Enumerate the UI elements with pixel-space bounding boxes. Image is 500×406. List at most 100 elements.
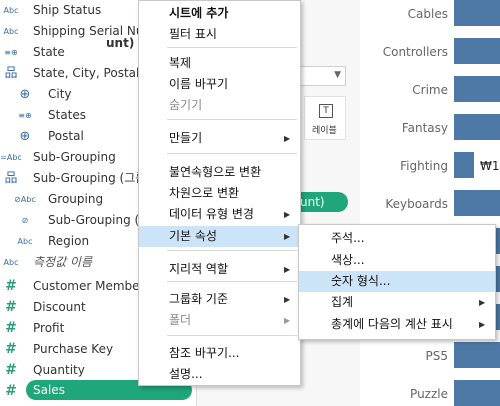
- menu-convert-discrete[interactable]: 불연속형으로 변환: [139, 162, 300, 183]
- menu-item-label: 필터 표시: [169, 27, 217, 41]
- label-t-icon: T: [319, 104, 333, 118]
- geo-icon: ⊕: [19, 129, 31, 144]
- bar[interactable]: [454, 0, 500, 26]
- category-label: Controllers: [382, 45, 448, 59]
- field-label: Quantity: [33, 363, 85, 377]
- category-label: Keyboards: [385, 197, 448, 211]
- field-label: Postal: [48, 129, 84, 143]
- menu-item-label: 지리적 역할: [169, 262, 229, 276]
- menu-item-label: 숨기기: [169, 98, 203, 112]
- menu-geographic-role[interactable]: 지리적 역할 ▶: [139, 259, 300, 280]
- chevron-right-icon: ▶: [284, 295, 291, 304]
- bar[interactable]: [454, 114, 500, 140]
- menu-folders: 폴더 ▶: [139, 310, 300, 331]
- submenu-total-using[interactable]: 총계에 다음의 계산 표시 ▶: [299, 314, 495, 335]
- menu-default-properties[interactable]: 기본 속성 ▶: [139, 226, 300, 247]
- string-icon: Abc: [3, 258, 19, 267]
- menu-rename[interactable]: 이름 바꾸기: [139, 74, 300, 95]
- measure-icon: #: [5, 278, 17, 294]
- measure-icon: #: [5, 320, 17, 336]
- hierarchy-icon: 品: [4, 171, 18, 186]
- bar[interactable]: [454, 190, 500, 216]
- category-label: Fantasy: [401, 121, 448, 135]
- submenu-color[interactable]: 색상...: [299, 250, 495, 271]
- field-label: Customer Member: [33, 279, 145, 293]
- category-label: Cables: [407, 7, 448, 21]
- field-label: Sub-Grouping (그룹: [33, 171, 147, 185]
- field-label: Profit: [33, 321, 65, 335]
- field-label: Purchase Key: [33, 342, 114, 356]
- field-label: 측정값 이름: [33, 255, 93, 269]
- menu-change-data-type[interactable]: 데이터 유형 변경 ▶: [139, 204, 300, 225]
- bar[interactable]: [454, 38, 500, 64]
- menu-item-label: 참조 바꾸기...: [169, 346, 240, 360]
- field-label: Sub-Grouping (: [48, 213, 140, 227]
- bar-chart: Cables Controllers Crime Fantasy Fighting Key…: [360, 0, 500, 406]
- default-properties-submenu: 주석... 색상... 숫자 형식... 집계 ▶ 총계에 다음의 계산 표시 ▶: [298, 224, 496, 340]
- menu-item-label: 데이터 유형 변경: [169, 207, 254, 221]
- submenu-item-label: 색상...: [331, 253, 365, 267]
- geo-icon: ≡⊕: [18, 111, 32, 120]
- chevron-right-icon: ▶: [284, 265, 291, 274]
- menu-item-label: 복제: [169, 56, 192, 70]
- chevron-right-icon: ▶: [479, 298, 486, 307]
- string-icon: Abc: [3, 6, 19, 15]
- menu-describe[interactable]: 설명...: [139, 364, 300, 385]
- chevron-right-icon: ▶: [284, 134, 291, 143]
- menu-hide: 숨기기: [139, 95, 300, 116]
- menu-duplicate[interactable]: 복제: [139, 53, 300, 74]
- field-label: Discount: [33, 300, 86, 314]
- field-label: City: [48, 87, 72, 101]
- chevron-right-icon: ▶: [284, 316, 291, 325]
- sales-field-row: #: [0, 381, 22, 402]
- group-icon: ⊘: [21, 216, 29, 225]
- context-menu: 시트에 추가필터 표시복제이름 바꾸기숨기기만들기 ▶ 불연속형으로 변환 차원으로 …: [138, 0, 301, 386]
- bar[interactable]: [454, 342, 500, 368]
- submenu-number-format[interactable]: 숫자 형식...: [299, 271, 495, 292]
- menu-separator: [167, 281, 297, 282]
- card-measure-pill[interactable]: unt): [300, 192, 348, 212]
- menu-separator: [167, 119, 297, 120]
- label-button-text: 레이블: [312, 126, 337, 136]
- bar[interactable]: [454, 380, 500, 406]
- menu-item-label: 기본 속성: [169, 229, 217, 243]
- category-label: Fighting: [400, 159, 448, 173]
- chevron-down-icon: ▼: [334, 70, 341, 80]
- geo-icon: ≡⊕: [4, 48, 18, 57]
- field-label: State: [33, 45, 65, 59]
- menu-create[interactable]: 만들기 ▶: [139, 128, 300, 149]
- chevron-right-icon: ▶: [284, 210, 291, 219]
- menu-replace-references[interactable]: 참조 바꾸기...: [139, 343, 300, 364]
- menu-show-filter[interactable]: 필터 표시: [139, 24, 300, 45]
- category-label: Puzzle: [410, 387, 448, 401]
- menu-add-to-sheet[interactable]: 시트에 추가: [139, 3, 300, 24]
- string-icon: Abc: [17, 237, 33, 246]
- menu-item-label: 이름 바꾸기: [169, 77, 229, 91]
- chevron-right-icon: ▶: [284, 232, 291, 241]
- submenu-item-label: 총계에 다음의 계산 표시: [331, 317, 453, 331]
- sales-pill-text: Sales: [33, 383, 65, 397]
- bar[interactable]: [454, 76, 500, 102]
- menu-group-by[interactable]: 그룹화 기준 ▶: [139, 289, 300, 310]
- menu-separator: [167, 250, 297, 251]
- menu-item-label: 시트에 추가: [169, 6, 229, 20]
- submenu-item-label: 숫자 형식...: [331, 274, 391, 288]
- submenu-item-label: 주석...: [331, 231, 365, 245]
- field-label: Region: [48, 234, 90, 248]
- field-label: Grouping: [48, 192, 104, 206]
- submenu-item-label: 집계: [331, 295, 354, 309]
- menu-convert-dimension[interactable]: 차원으로 변환: [139, 183, 300, 204]
- hierarchy-icon: 品: [4, 66, 18, 81]
- mark-type-dropdown[interactable]: ▼: [300, 66, 346, 86]
- menu-item-label: 설명...: [169, 367, 203, 381]
- chevron-right-icon: ▶: [479, 320, 486, 329]
- label-button[interactable]: T 레이블: [304, 96, 346, 140]
- measure-icon: #: [5, 341, 17, 357]
- submenu-aggregation[interactable]: 집계 ▶: [299, 292, 495, 313]
- card-pill-text: unt): [300, 195, 325, 209]
- field-label: Sub-Grouping: [33, 150, 116, 164]
- bar[interactable]: [454, 152, 474, 178]
- menu-item-label: 폴더: [169, 313, 192, 327]
- submenu-comment[interactable]: 주석...: [299, 228, 495, 249]
- menu-item-label: 그룹화 기준: [169, 292, 229, 306]
